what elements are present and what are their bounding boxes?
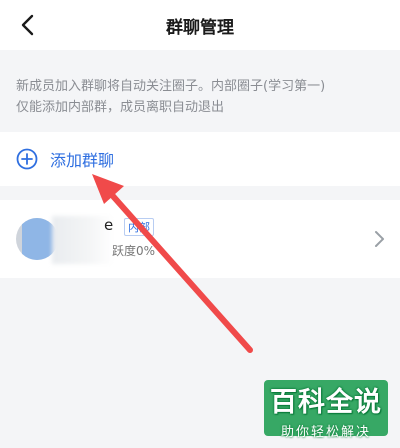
plus-circle-icon <box>16 148 38 170</box>
watermark-logo: 百科全说 助你轻松解决 <box>264 380 388 440</box>
back-button[interactable] <box>14 12 40 38</box>
group-list-item[interactable]: e 内部 跃度0% <box>0 200 400 278</box>
internal-tag-badge: 内部 <box>124 218 154 236</box>
top-nav-bar: 群聊管理 <box>0 0 400 50</box>
watermark-sub-text: 助你轻松解决 <box>280 425 371 440</box>
notice-text: 新成员加入群聊将自动关注圈子。内部圈子(学习第一) 仅能添加内部群，成员离职自动… <box>0 50 400 132</box>
watermark-main-text: 百科全说 <box>270 387 382 418</box>
notice-line-2: 仅能添加内部群，成员离职自动退出 <box>16 100 225 115</box>
page-title: 群聊管理 <box>166 17 234 38</box>
chevron-left-icon <box>21 14 34 36</box>
section-divider <box>0 186 400 200</box>
group-activity-text: 跃度0% <box>112 244 156 258</box>
group-name-suffix: e <box>104 216 114 234</box>
add-group-button[interactable]: 添加群聊 <box>0 132 400 186</box>
chevron-right-icon <box>375 231 384 247</box>
notice-line-1: 新成员加入群聊将自动关注圈子。内部圈子(学习第一) <box>16 79 326 94</box>
add-group-label: 添加群聊 <box>50 151 115 170</box>
